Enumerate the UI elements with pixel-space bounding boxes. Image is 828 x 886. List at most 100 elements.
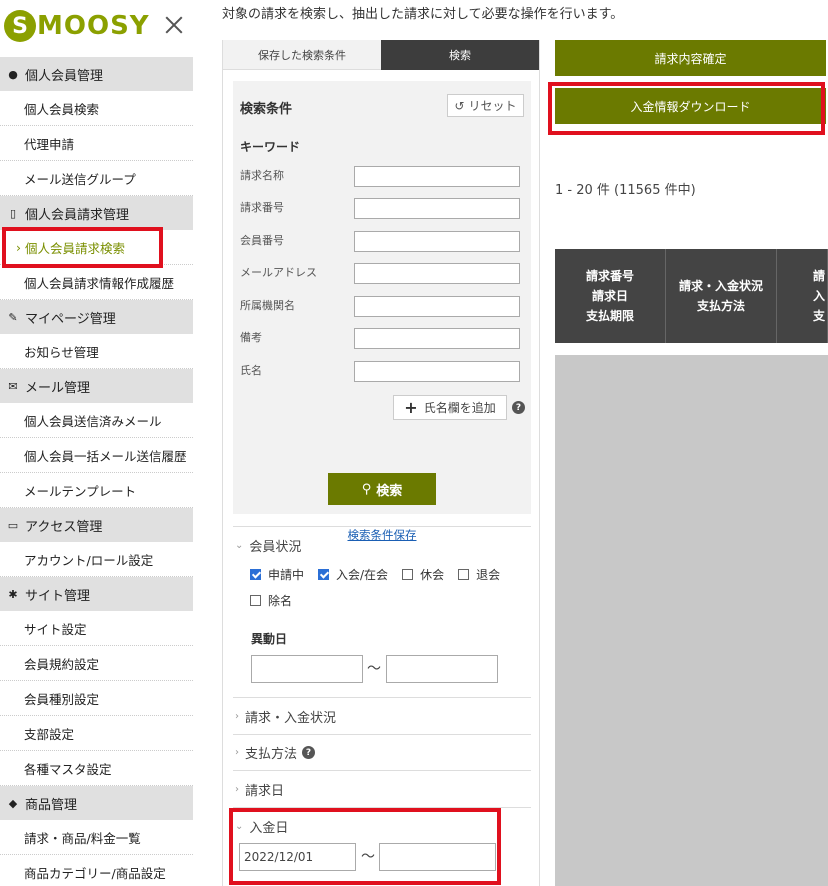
sidebar-nav: ● 個人会員管理 個人会員検索 代理申請 メール送信グループ ▯ 個人会員請求管… — [0, 57, 193, 886]
remarks-input[interactable] — [354, 328, 520, 349]
reset-label: リセット — [468, 99, 517, 113]
save-condition-link[interactable]: 検索条件保存 — [348, 527, 417, 543]
sidebar-item-terms[interactable]: 会員規約設定 — [0, 646, 193, 681]
search-conditions-title: 検索条件 — [240, 102, 293, 117]
tag-icon: ◆ — [8, 796, 18, 810]
page-description: 対象の請求を検索し、抽出した請求に対して必要な操作を行います。 — [222, 7, 624, 22]
help-icon[interactable]: ? — [302, 746, 316, 759]
member-number-input[interactable] — [354, 231, 520, 252]
sidebar-item-proxy-application[interactable]: 代理申請 — [0, 126, 193, 161]
field-label: 請求名称 — [240, 169, 284, 182]
sidebar-item-mail-template[interactable]: メールテンプレート — [0, 473, 193, 508]
checkbox-box[interactable] — [402, 569, 414, 580]
sidebar-item-site-settings[interactable]: サイト設定 — [0, 611, 193, 646]
search-button[interactable]: ⚲ 検索 — [328, 473, 436, 505]
sidebar-item-billing-history[interactable]: 個人会員請求情報作成履歴 — [0, 265, 193, 300]
divider — [233, 697, 531, 698]
checkbox-suspended[interactable]: 休会 — [402, 566, 444, 583]
sidebar-item-price-list[interactable]: 請求・商品/料金一覧 — [0, 820, 193, 855]
checkbox-box[interactable] — [250, 595, 261, 606]
tab-search[interactable]: 検索 — [381, 40, 539, 70]
member-status-toggle[interactable]: ⌄ 会員状況 — [235, 536, 301, 555]
section-title: 請求日 — [245, 784, 285, 799]
organization-input[interactable] — [354, 296, 520, 317]
sidebar-section-site[interactable]: ✱ サイト管理 — [0, 577, 193, 611]
section-title: 会員状況 — [249, 540, 302, 555]
sidebar-item-member-search[interactable]: 個人会員検索 — [0, 91, 193, 126]
chevron-right-icon: › — [235, 711, 239, 722]
header-line: 支払方法 — [696, 299, 745, 313]
chevron-down-icon: ⌄ — [235, 540, 244, 551]
section-title: 請求・入金状況 — [245, 711, 337, 726]
keyword-label: キーワード — [240, 140, 301, 154]
billing-name-input[interactable] — [354, 166, 520, 187]
sidebar-item-sent-mail[interactable]: 個人会員送信済みメール — [0, 403, 193, 438]
chevron-right-icon: › — [235, 747, 239, 758]
download-payment-button[interactable]: 入金情報ダウンロード — [555, 88, 826, 124]
payment-date-toggle[interactable]: ⌄ 入金日 — [235, 817, 288, 836]
billing-status-toggle[interactable]: › 請求・入金状況 — [235, 707, 336, 726]
header-line: 入 — [812, 289, 825, 303]
document-icon: ▯ — [9, 206, 17, 220]
sidebar-item-member-types[interactable]: 会員種別設定 — [0, 681, 193, 716]
email-input[interactable] — [354, 263, 520, 284]
checkbox-box[interactable] — [458, 569, 470, 580]
checkbox-active[interactable]: 入会/在会 — [318, 566, 388, 583]
sidebar-item-branch[interactable]: 支部設定 — [0, 716, 193, 751]
name-input[interactable] — [354, 361, 520, 382]
search-button-label: 検索 — [376, 483, 403, 499]
column-header-truncated[interactable]: 請 入 支 — [777, 249, 828, 343]
search-icon: ⚲ — [361, 481, 372, 497]
person-icon: ● — [8, 67, 18, 81]
brand-logo[interactable]: S MOOSY — [4, 8, 150, 44]
header-line: 請 — [812, 269, 825, 283]
billing-date-toggle[interactable]: › 請求日 — [235, 780, 284, 799]
range-tilde: 〜 — [361, 849, 375, 865]
tab-saved-conditions[interactable]: 保存した検索条件 — [223, 40, 381, 70]
change-date-to-input[interactable] — [386, 655, 498, 683]
sidebar-item-category[interactable]: 商品カテゴリー/商品設定 — [0, 855, 193, 886]
payment-date-from-input[interactable]: 2022/12/01 — [239, 843, 356, 871]
sidebar-item-news[interactable]: お知らせ管理 — [0, 334, 193, 369]
sidebar-section-member[interactable]: ● 個人会員管理 — [0, 57, 193, 91]
sidebar-section-title: 個人会員請求管理 — [25, 207, 130, 223]
checkbox-withdrawn[interactable]: 退会 — [458, 566, 500, 583]
sidebar-item-bulk-mail-history[interactable]: 個人会員一括メール送信履歴 — [0, 438, 193, 473]
column-header-billing-number[interactable]: 請求番号 請求日 支払期限 — [555, 249, 666, 343]
sidebar-section-billing[interactable]: ▯ 個人会員請求管理 — [0, 196, 193, 230]
sidebar-item-master[interactable]: 各種マスタ設定 — [0, 751, 193, 786]
change-date-from-input[interactable] — [251, 655, 363, 683]
divider — [233, 770, 531, 771]
logo-text: MOOSY — [37, 11, 150, 41]
sidebar-item-account-role[interactable]: アカウント/ロール設定 — [0, 542, 193, 577]
plus-icon: + — [404, 398, 418, 417]
divider — [233, 807, 531, 808]
sidebar-section-mypage[interactable]: ✎ マイページ管理 — [0, 300, 193, 334]
sidebar: S MOOSY ● 個人会員管理 個人会員検索 代理申請 メール送信グループ ▯… — [0, 0, 193, 886]
close-icon[interactable] — [162, 13, 186, 37]
reset-button[interactable]: ↺ リセット — [447, 94, 524, 117]
payment-date-to-input[interactable] — [379, 843, 496, 871]
checkbox-applying[interactable]: 申請中 — [250, 566, 304, 583]
checkbox-box[interactable] — [318, 569, 330, 580]
add-name-field-button[interactable]: + 氏名欄を追加 — [393, 395, 507, 420]
sidebar-item-billing-search[interactable]: › 個人会員請求検索 — [0, 230, 193, 265]
member-status-options-2: 除名 — [250, 592, 306, 609]
sidebar-section-products[interactable]: ◆ 商品管理 — [0, 786, 193, 820]
sidebar-item-mail-group[interactable]: メール送信グループ — [0, 161, 193, 196]
divider — [233, 526, 531, 527]
sidebar-section-access[interactable]: ▭ アクセス管理 — [0, 508, 193, 542]
confirm-billing-button[interactable]: 請求内容確定 — [555, 40, 826, 76]
result-count: 1 - 20 件 (11565 件中) — [555, 183, 696, 198]
column-header-status[interactable]: 請求・入金状況 支払方法 — [666, 249, 777, 343]
search-conditions-box: 検索条件 ↺ リセット キーワード 請求名称 請求番号 会員番号 メールアドレス… — [233, 81, 531, 514]
payment-method-toggle[interactable]: › 支払方法 ? — [235, 743, 316, 762]
help-icon[interactable]: ? — [512, 401, 525, 414]
divider — [233, 734, 531, 735]
sidebar-section-mail[interactable]: ✉ メール管理 — [0, 369, 193, 403]
billing-number-input[interactable] — [354, 198, 520, 219]
checkbox-box[interactable] — [250, 569, 261, 580]
header-line: 請求番号 — [585, 269, 634, 283]
checkbox-expelled[interactable]: 除名 — [250, 592, 292, 609]
gear-icon: ✱ — [8, 587, 18, 601]
